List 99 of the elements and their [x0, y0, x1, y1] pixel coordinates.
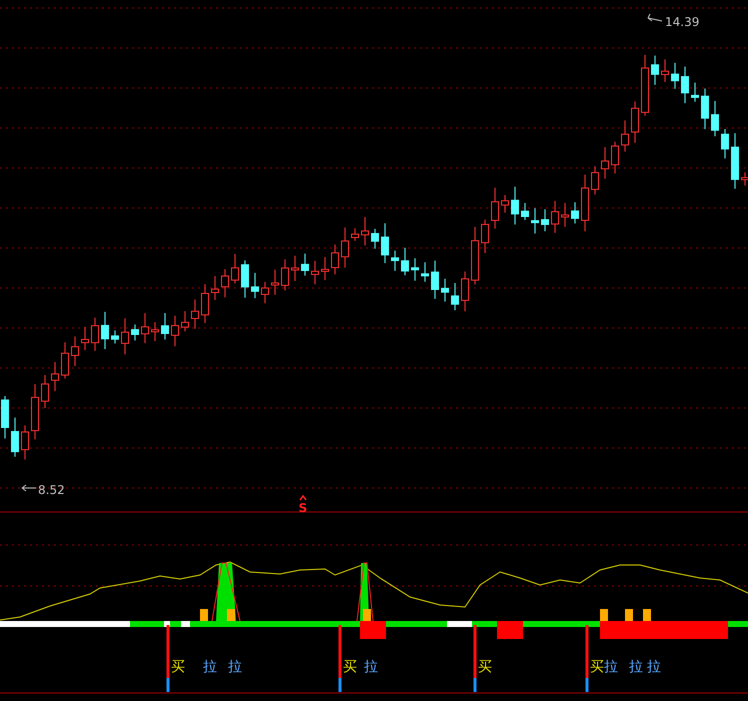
candlestick: [701, 88, 709, 130]
low-price-leader-icon: [22, 484, 36, 492]
candlestick: [571, 202, 579, 224]
candlestick: [161, 312, 169, 340]
candlestick: [681, 66, 689, 104]
candlestick: [621, 120, 629, 152]
candlestick: [581, 174, 589, 232]
candlestick: [151, 322, 159, 342]
buy-signal-label: 买: [171, 659, 185, 675]
candlestick: [11, 417, 19, 458]
candlestick: [431, 260, 439, 300]
candlestick: [441, 278, 449, 302]
candlestick: [61, 342, 69, 380]
candlestick: [171, 315, 179, 347]
signal-marker-drawing: [338, 625, 342, 692]
candlestick: [661, 58, 669, 83]
candlestick: [371, 228, 379, 250]
histogram-bar: [643, 609, 651, 621]
low-price-label: 8.52: [38, 483, 65, 497]
candlestick: [31, 384, 39, 440]
candlestick: [91, 317, 99, 352]
pull-signal-label: 拉: [647, 659, 661, 675]
candlestick: [731, 132, 739, 190]
candlestick: [241, 260, 249, 298]
buy-signal-label: 买: [590, 659, 604, 675]
marker-label: S: [298, 501, 308, 515]
candlestick: [331, 244, 339, 275]
candlestick: [481, 219, 489, 254]
candlestick: [521, 202, 529, 220]
candlestick: [1, 396, 9, 439]
candlestick: [111, 330, 119, 344]
high-price-label: 14.39: [665, 15, 700, 29]
candlestick: [531, 208, 539, 234]
histogram-bar: [363, 609, 371, 621]
histogram-bar: [200, 609, 208, 621]
candlestick: [541, 208, 549, 232]
candlestick: [511, 186, 519, 225]
candlestick: [601, 146, 609, 180]
candlestick: [411, 258, 419, 282]
histogram-bar: [625, 609, 633, 621]
pull-signal-label: 拉: [228, 659, 242, 675]
pull-signal-label: 拉: [604, 659, 618, 675]
candlestick: [611, 141, 619, 174]
candlestick: [491, 187, 499, 230]
histogram-bar: [227, 609, 235, 621]
candlestick: [141, 312, 149, 344]
candlestick: [591, 166, 599, 196]
candlestick: [631, 100, 639, 144]
candlestick: [641, 54, 649, 116]
candlestick: [41, 374, 49, 408]
candlestick: [711, 100, 719, 137]
candlestick: [421, 262, 429, 282]
candlestick: [121, 318, 129, 355]
candlestick: [131, 324, 139, 341]
candlestick: [211, 276, 219, 300]
candlestick: [401, 247, 409, 276]
candlestick: [461, 271, 469, 312]
pull-signal-label: 拉: [629, 659, 643, 675]
histogram-bar: [600, 609, 608, 621]
candlestick: [381, 222, 389, 264]
candlestick: [321, 256, 329, 281]
candlestick: [501, 194, 509, 214]
candlestick: [651, 55, 659, 86]
candlestick: [81, 326, 89, 351]
candlestick: [471, 226, 479, 285]
candlestick: [101, 311, 109, 350]
pull-signal-label: 拉: [203, 659, 217, 675]
candlestick: [451, 282, 459, 311]
candlestick: [721, 128, 729, 159]
buy-signal-label: 买: [478, 659, 492, 675]
candlestick: [181, 310, 189, 332]
candlestick: [551, 200, 559, 234]
candlestick: [671, 62, 679, 90]
candlestick: [251, 272, 259, 299]
candlestick: [51, 361, 59, 392]
candlestick: [341, 227, 349, 268]
candlestick: [291, 255, 299, 282]
candlestick: [261, 281, 269, 304]
candlestick: [231, 253, 239, 284]
high-price-leader-icon: [648, 14, 662, 22]
signal-marker-drawing: [474, 625, 476, 692]
candlestick: [351, 228, 359, 242]
candlestick: [301, 253, 309, 276]
pull-signal-label: 拉: [364, 659, 378, 675]
signal-marker-drawing: [166, 625, 170, 692]
candlestick: [391, 250, 399, 272]
candlestick: [311, 260, 319, 285]
candlestick: [691, 82, 699, 102]
candlestick: [361, 216, 369, 246]
candlestick: [191, 299, 199, 330]
buy-signal-label: 买: [343, 659, 357, 675]
signal-marker-drawing: [586, 625, 588, 692]
candlestick: [221, 268, 229, 298]
candlestick: [561, 202, 569, 228]
candlestick: [271, 269, 279, 296]
candlestick: [201, 284, 209, 324]
candlestick: [71, 336, 79, 367]
candlestick: [21, 424, 29, 460]
candlestick: [281, 258, 289, 292]
